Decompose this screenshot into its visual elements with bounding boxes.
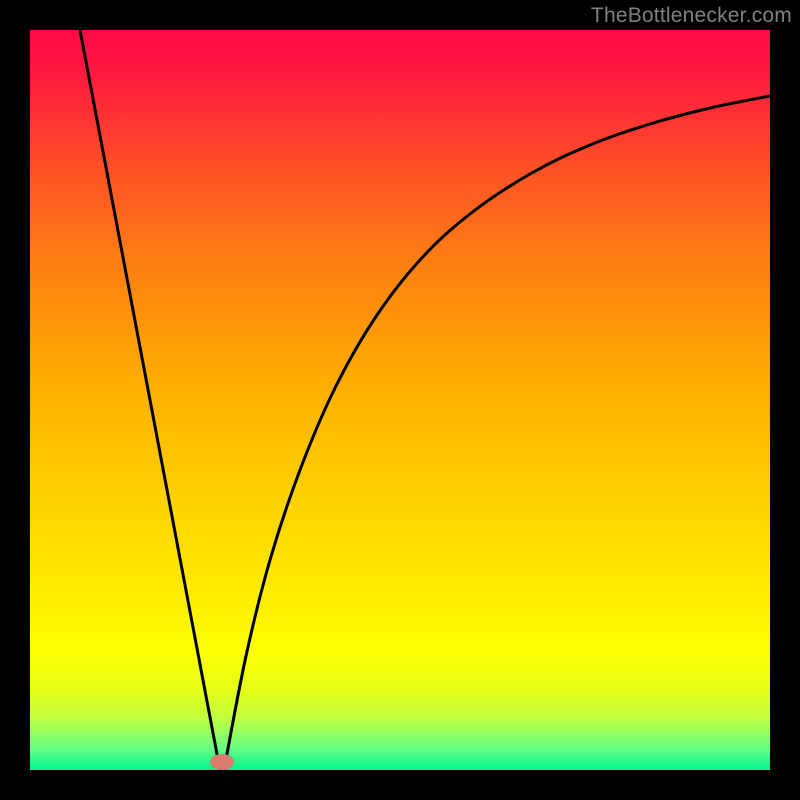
chart-frame: TheBottlenecker.com: [0, 0, 800, 800]
attribution-label: TheBottlenecker.com: [591, 4, 792, 28]
minimum-marker: [210, 754, 234, 770]
plot-area: [30, 30, 770, 770]
bottleneck-curve: [30, 30, 770, 770]
